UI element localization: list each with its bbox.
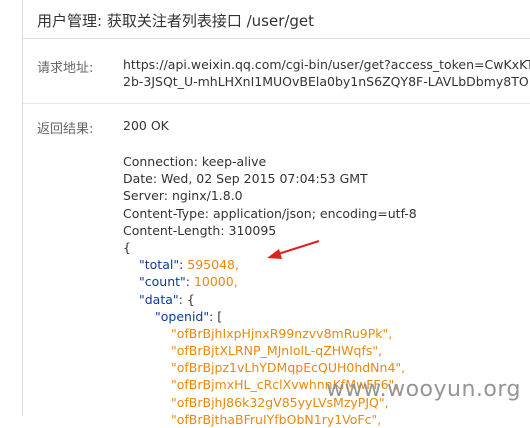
json-key: "openid" xyxy=(155,308,210,324)
json-value: 10000, xyxy=(193,274,238,290)
request-url[interactable]: https://api.weixin.qq.com/cgi-bin/user/g… xyxy=(123,56,530,90)
json-bracket: [ xyxy=(217,308,223,324)
response-header-line: Connection: keep-alive xyxy=(123,154,267,169)
json-colon: : xyxy=(185,274,194,290)
json-key: "count" xyxy=(139,274,186,290)
json-key: "data" xyxy=(139,291,179,307)
json-data-line: "data": { xyxy=(123,291,417,308)
json-colon: : xyxy=(178,291,187,307)
json-key: "total" xyxy=(139,257,180,273)
red-arrow-icon xyxy=(267,240,320,259)
api-debug-panel: 用户管理: 获取关注者列表接口 /user/get 请求地址: https://… xyxy=(22,0,530,427)
response-header-line: Server: nginx/1.8.0 xyxy=(123,188,243,204)
request-url-line-2: 2b-3JSQt_U-mhLHXnI1MUOvBEla0by1nS6ZQY8F-… xyxy=(123,74,529,89)
openid-item: "ofBrBjthaBFruIYfbObN1ry1VoFc", xyxy=(171,411,382,427)
json-openid-line: "openid": [ xyxy=(123,308,417,325)
json-count-line: "count": 10000, xyxy=(123,273,417,290)
json-value: 595048, xyxy=(187,257,239,273)
openid-item: "ofBrBjpz1vLhYDMqpEcQUH0hdNn4", xyxy=(171,360,406,376)
watermark: www.wooyun.org xyxy=(326,377,521,402)
status-code: 200 OK xyxy=(123,118,169,133)
page-title: 用户管理: 获取关注者列表接口 /user/get xyxy=(37,12,315,30)
json-brace: { xyxy=(186,291,195,307)
request-url-label: 请求地址: xyxy=(37,61,94,76)
request-url-line-1: https://api.weixin.qq.com/cgi-bin/user/g… xyxy=(123,57,530,72)
openid-item: "ofBrBjtXLRNP_MJnIolL-qZHWqfs", xyxy=(171,343,383,359)
response-header-line: Content-Type: application/json; encoding… xyxy=(123,205,417,221)
title-bar: 用户管理: 获取关注者列表接口 /user/get xyxy=(23,0,530,39)
openid-item: "ofBrBjhIxpHjnxR99nzvv8mRu9Pk", xyxy=(171,325,393,341)
divider xyxy=(23,103,530,104)
response-header-line: Date: Wed, 02 Sep 2015 07:04:53 GMT xyxy=(123,171,368,187)
result-label: 返回结果: xyxy=(37,122,94,137)
